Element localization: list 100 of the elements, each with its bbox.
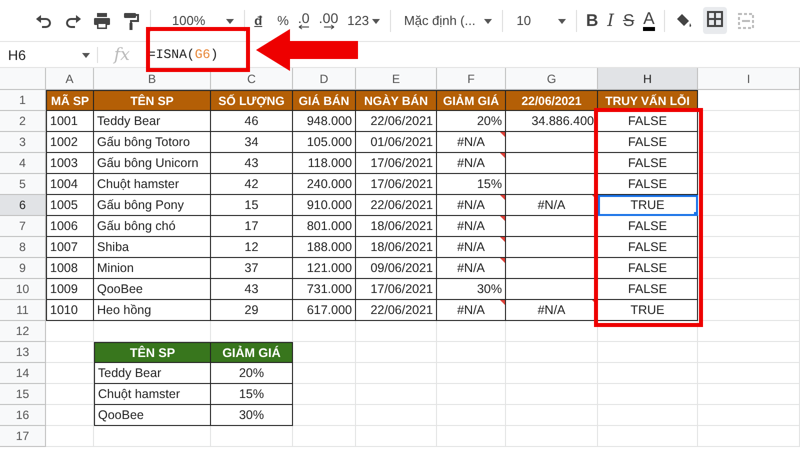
row-header[interactable]: 8 xyxy=(0,237,46,258)
strikethrough-button[interactable]: S xyxy=(622,10,634,30)
row-header[interactable]: 4 xyxy=(0,153,46,174)
table-cell: 34.886.400 xyxy=(506,111,598,132)
table-cell: 30% xyxy=(437,279,506,300)
row-header[interactable]: 17 xyxy=(0,426,46,447)
table-cell: 731.000 xyxy=(293,279,356,300)
table-cell: #N/A xyxy=(506,300,598,321)
table-cell: 1010 xyxy=(46,300,94,321)
table-cell: 15% xyxy=(437,174,506,195)
table-cell: 1004 xyxy=(46,174,94,195)
header-cell: GIẢM GIÁ xyxy=(211,342,293,363)
table-cell: 617.000 xyxy=(293,300,356,321)
row-header[interactable]: 13 xyxy=(0,342,46,363)
row-header[interactable]: 2 xyxy=(0,111,46,132)
table-cell: FALSE xyxy=(598,216,698,237)
row-header[interactable]: 10 xyxy=(0,279,46,300)
column-header[interactable]: H xyxy=(598,68,698,90)
italic-button[interactable]: I xyxy=(607,10,614,30)
table-cell: 240.000 xyxy=(293,174,356,195)
header-cell: GIẢM GIÁ xyxy=(437,90,506,111)
column-header[interactable]: I xyxy=(698,68,800,90)
table-cell: #N/A xyxy=(437,132,506,153)
function-label: fx xyxy=(114,44,130,64)
number-format-dropdown[interactable]: 123 xyxy=(347,13,381,28)
table-cell: 20% xyxy=(437,111,506,132)
column-header[interactable]: G xyxy=(506,68,598,90)
table-cell: 46 xyxy=(211,111,293,132)
table-cell: QooBee xyxy=(94,279,211,300)
column-header[interactable]: D xyxy=(293,68,356,90)
row-header[interactable]: 9 xyxy=(0,258,46,279)
table-cell: 42 xyxy=(211,174,293,195)
row-header[interactable]: 11 xyxy=(0,300,46,321)
column-header[interactable]: F xyxy=(437,68,506,90)
zoom-dropdown[interactable]: 100% xyxy=(172,13,236,28)
table-cell: 948.000 xyxy=(293,111,356,132)
table-cell: 18/06/2021 xyxy=(356,216,437,237)
table-cell: 1005 xyxy=(46,195,94,216)
table-cell: 34 xyxy=(211,132,293,153)
font-size-dropdown[interactable]: 10 xyxy=(516,13,567,28)
bold-button[interactable]: B xyxy=(586,10,598,30)
row-header[interactable]: 12 xyxy=(0,321,46,342)
table-cell: 22/06/2021 xyxy=(356,300,437,321)
decrease-decimals-button[interactable]: .0 xyxy=(298,12,310,30)
row-header[interactable]: 15 xyxy=(0,384,46,405)
table-cell: 37 xyxy=(211,258,293,279)
row-header[interactable]: 5 xyxy=(0,174,46,195)
column-header[interactable]: A xyxy=(46,68,94,90)
table-cell: #N/A xyxy=(437,258,506,279)
table-cell: FALSE xyxy=(598,111,698,132)
table-cell: 20% xyxy=(211,363,293,384)
table-cell: 1001 xyxy=(46,111,94,132)
table-cell: 22/06/2021 xyxy=(356,195,437,216)
table-cell: #N/A xyxy=(437,216,506,237)
table-cell: TRUE xyxy=(598,300,698,321)
row-header[interactable]: 6 xyxy=(0,195,46,216)
font-dropdown[interactable]: Mặc định (... xyxy=(404,13,494,28)
header-cell: NGÀY BÁN xyxy=(356,90,437,111)
table-cell: 17/06/2021 xyxy=(356,279,437,300)
table-cell: 09/06/2021 xyxy=(356,258,437,279)
table-cell: Chuột hamster xyxy=(94,174,211,195)
table-cell: 22/06/2021 xyxy=(356,111,437,132)
column-header[interactable]: B xyxy=(94,68,211,90)
header-cell: TÊN SP xyxy=(94,342,211,363)
table-cell: FALSE xyxy=(598,237,698,258)
row-header[interactable]: 7 xyxy=(0,216,46,237)
header-cell: TÊN SP xyxy=(94,90,211,111)
table-cell: #N/A xyxy=(437,195,506,216)
table-cell: FALSE xyxy=(598,132,698,153)
column-header[interactable]: E xyxy=(356,68,437,90)
table-cell: Gấu bông chó xyxy=(94,216,211,237)
formula-input[interactable]: =ISNA(G6) xyxy=(148,47,218,62)
header-cell: MÃ SP xyxy=(46,90,94,111)
name-box[interactable]: H6 xyxy=(0,46,98,62)
row-header[interactable]: 16 xyxy=(0,405,46,426)
row-header[interactable]: 3 xyxy=(0,132,46,153)
table-cell: TRUE xyxy=(598,195,698,216)
table-cell: Heo hồng xyxy=(94,300,211,321)
table-cell: 118.000 xyxy=(293,153,356,174)
text-color-button[interactable]: A xyxy=(643,10,655,30)
table-cell: Minion xyxy=(94,258,211,279)
table-cell: 17/06/2021 xyxy=(356,153,437,174)
table-cell: Teddy Bear xyxy=(94,363,211,384)
currency-button[interactable]: đ xyxy=(254,13,262,28)
table-cell: 12 xyxy=(211,237,293,258)
table-cell: #N/A xyxy=(437,237,506,258)
table-cell: 01/06/2021 xyxy=(356,132,437,153)
table-cell: 1006 xyxy=(46,216,94,237)
table-cell: 18/06/2021 xyxy=(356,237,437,258)
table-cell: 1009 xyxy=(46,279,94,300)
table-cell: FALSE xyxy=(598,258,698,279)
column-header[interactable]: C xyxy=(211,68,293,90)
table-cell: 188.000 xyxy=(293,237,356,258)
table-cell: #N/A xyxy=(437,300,506,321)
row-header[interactable]: 1 xyxy=(0,90,46,111)
increase-decimals-button[interactable]: .00 xyxy=(318,12,338,30)
table-cell: 29 xyxy=(211,300,293,321)
percent-button[interactable]: % xyxy=(277,13,289,28)
row-header[interactable]: 14 xyxy=(0,363,46,384)
table-cell: 43 xyxy=(211,279,293,300)
